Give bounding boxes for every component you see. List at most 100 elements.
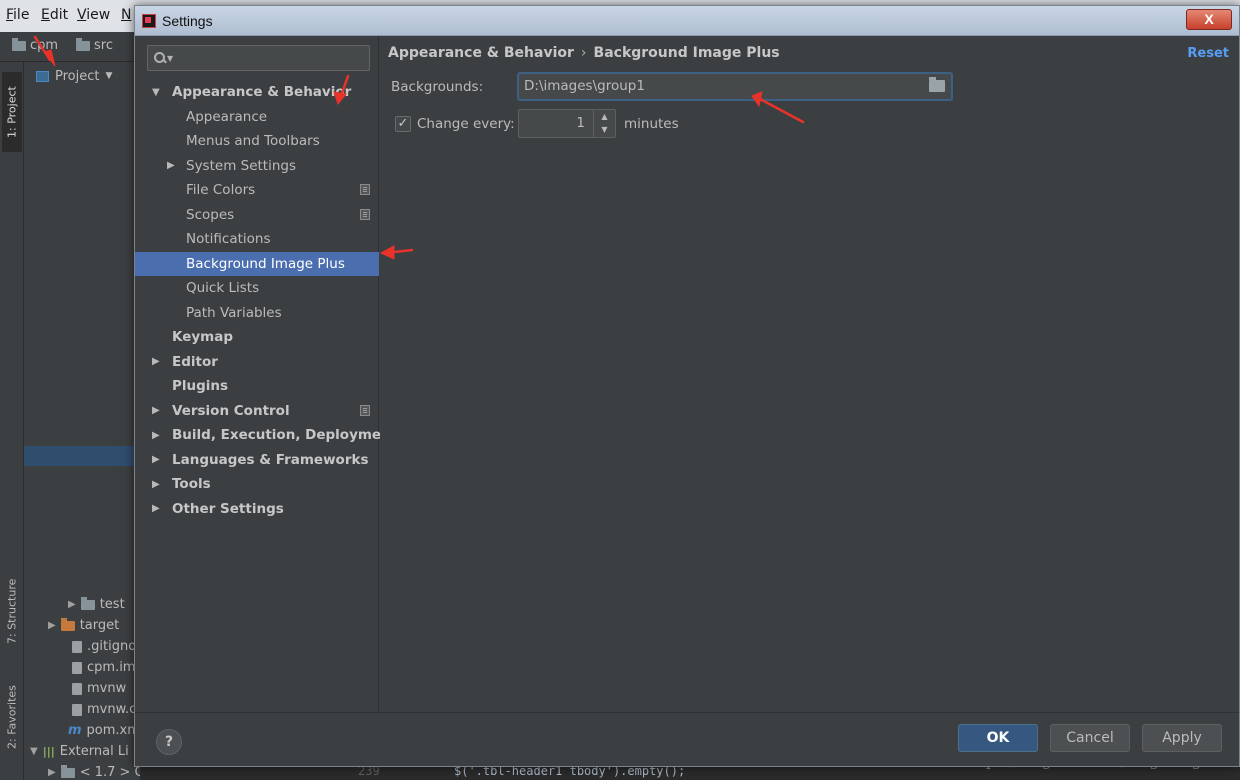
folder-icon — [80, 596, 95, 610]
settings-tree-item[interactable]: Plugins — [135, 374, 379, 399]
project-level-icon — [360, 208, 370, 220]
chevron-right-icon: ▶ — [48, 767, 56, 778]
settings-tree-item[interactable]: Keymap — [135, 325, 379, 350]
tree-item-iml[interactable]: cpm.im — [72, 657, 135, 678]
tool-tab-label: 1: Project — [5, 86, 19, 138]
settings-tree-item[interactable]: Notifications — [135, 227, 379, 252]
chevron-right-icon[interactable]: ▶ — [152, 405, 160, 416]
tree-item-test[interactable]: ▶ test — [68, 594, 125, 615]
chevron-right-icon[interactable]: ▶ — [152, 479, 160, 490]
breadcrumb-parent[interactable]: Appearance & Behavior — [388, 45, 574, 61]
help-button[interactable]: ? — [156, 729, 182, 755]
tree-item-label: External Li — [59, 744, 129, 759]
ok-button[interactable]: OK — [958, 724, 1038, 752]
dialog-title: Settings — [162, 13, 213, 29]
tree-item-label: cpm.im — [87, 660, 136, 675]
settings-search[interactable]: ▼ — [147, 45, 370, 71]
change-every-input[interactable] — [523, 115, 585, 131]
nav-crumb-src[interactable]: src — [76, 37, 113, 53]
menu-navigate[interactable]: N — [121, 7, 131, 23]
apply-button[interactable]: Apply — [1142, 724, 1222, 752]
chevron-down-icon: ▼ — [105, 71, 113, 81]
tool-tab-project[interactable]: 1: Project — [2, 72, 22, 152]
chevron-down-icon: ▼ — [30, 746, 38, 757]
tree-item-target[interactable]: ▶ target — [48, 615, 119, 636]
tree-item-external-libraries[interactable]: ▼ ||| External Li — [30, 741, 129, 762]
search-icon[interactable] — [153, 51, 169, 65]
file-icon — [72, 682, 82, 695]
spinner-down-icon[interactable]: ▼ — [594, 123, 615, 136]
tool-tab-favorites[interactable]: 2: Favorites — [2, 674, 22, 760]
cancel-button[interactable]: Cancel — [1050, 724, 1130, 752]
search-input[interactable] — [177, 50, 368, 66]
settings-tree-item-label: Build, Execution, Deployment — [172, 427, 398, 444]
menu-edit[interactable]: Edit — [41, 7, 68, 23]
settings-tree-item[interactable]: Appearance — [135, 105, 379, 130]
settings-tree-item[interactable]: ▶ System Settings — [135, 154, 379, 179]
settings-tree-item[interactable]: ▶ Build, Execution, Deployment — [135, 423, 397, 448]
settings-tree-item[interactable]: Scopes — [135, 203, 379, 228]
settings-tree-item-label: System Settings — [186, 157, 297, 174]
reset-link[interactable]: Reset — [1187, 46, 1229, 61]
dialog-titlebar[interactable]: Settings X — [135, 6, 1239, 36]
chevron-right-icon: ▶ — [48, 620, 56, 631]
settings-tree-item-label: Tools — [172, 476, 211, 493]
project-level-icon — [360, 404, 370, 416]
nav-crumb-project[interactable]: cpm — [12, 37, 58, 53]
settings-tree-item[interactable]: Path Variables — [135, 301, 379, 326]
tree-item-mvnw-cmd[interactable]: mvnw.c — [72, 699, 136, 720]
spinner-up-icon[interactable]: ▲ — [594, 110, 615, 123]
chevron-right-icon[interactable]: ▶ — [152, 454, 160, 465]
chevron-right-icon[interactable]: ▶ — [152, 503, 160, 514]
settings-tree-item-label: Appearance — [186, 108, 268, 125]
ide-navigation-bar: cpm src — [0, 32, 140, 62]
tool-tab-structure[interactable]: 7: Structure — [2, 567, 22, 655]
project-level-icon — [360, 184, 370, 195]
file-icon — [72, 703, 82, 716]
settings-tree-item[interactable]: ▶ Other Settings — [135, 497, 379, 522]
settings-tree-item[interactable]: Background Image Plus — [135, 251, 379, 276]
settings-tree-item-label: Notifications — [186, 231, 271, 248]
close-button[interactable]: X — [1186, 9, 1232, 30]
spinner-buttons: ▲ ▼ — [593, 110, 615, 137]
tree-item-pom[interactable]: m pom.xm — [68, 720, 140, 741]
chevron-right-icon[interactable]: ▶ — [152, 356, 160, 367]
settings-tree-item-label: Path Variables — [186, 304, 282, 321]
menu-file[interactable]: File — [6, 7, 29, 23]
backgrounds-field[interactable] — [517, 72, 953, 101]
settings-tree-item[interactable]: ▶ Tools — [135, 472, 379, 497]
apply-button-label: Apply — [1162, 730, 1202, 746]
settings-tree-item-label: Other Settings — [172, 500, 284, 517]
folder-icon — [12, 37, 26, 51]
change-every-label: Change every: — [417, 116, 515, 132]
tree-item-label: mvnw — [87, 681, 127, 696]
change-every-checkbox[interactable]: ✓ — [395, 116, 411, 132]
chevron-down-icon[interactable]: ▼ — [152, 87, 160, 98]
settings-tree-item-label: Quick Lists — [186, 280, 260, 297]
chevron-right-icon[interactable]: ▶ — [167, 160, 175, 171]
settings-tree-item[interactable]: File Colors — [135, 178, 379, 203]
folder-icon — [76, 37, 90, 51]
settings-tree-item[interactable]: Quick Lists — [135, 276, 379, 301]
library-icon: ||| — [42, 745, 55, 758]
chevron-right-icon[interactable]: ▶ — [152, 430, 160, 441]
tree-selection — [24, 446, 140, 466]
project-icon — [36, 70, 49, 82]
folder-icon — [60, 764, 75, 778]
settings-tree-item-label: Version Control — [172, 402, 290, 419]
project-tree: ▶ test ▶ target .gitignore cpm.im mvnw mvn… — [24, 90, 260, 780]
folder-open-icon[interactable] — [929, 77, 945, 92]
settings-tree-item[interactable]: ▶ Version Control — [135, 399, 379, 424]
tree-item-label: target — [79, 618, 120, 633]
backgrounds-input[interactable] — [524, 78, 924, 94]
settings-tree-item[interactable]: Menus and Toolbars — [135, 129, 379, 154]
settings-tree-item[interactable]: ▶ Languages & Frameworks — [135, 448, 379, 473]
project-toolbar[interactable]: Project ▼ — [24, 62, 140, 90]
settings-tree-item[interactable]: ▼ Appearance & Behavior — [135, 80, 379, 105]
tree-item-mvnw[interactable]: mvnw — [72, 678, 126, 699]
project-view-label: Project — [55, 68, 100, 84]
change-every-spinner[interactable]: ▲ ▼ — [518, 109, 616, 138]
maven-icon: m — [68, 723, 82, 738]
menu-view[interactable]: View — [77, 7, 110, 23]
settings-tree-item[interactable]: ▶ Editor — [135, 350, 379, 375]
